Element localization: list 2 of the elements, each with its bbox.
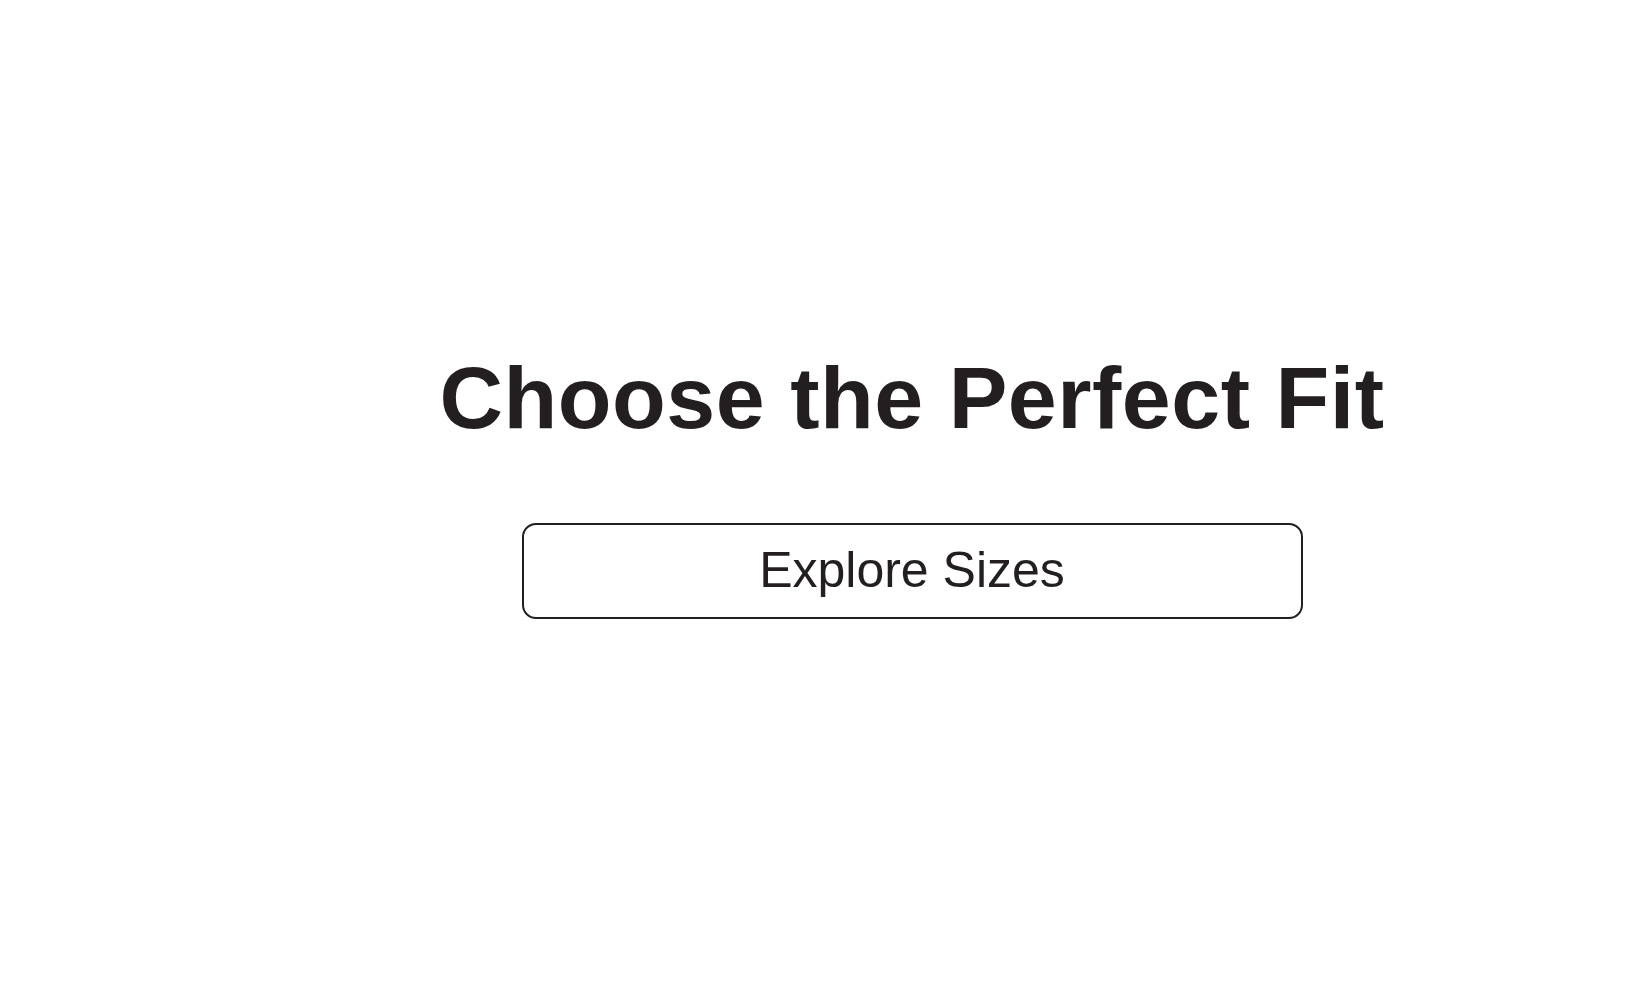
page-heading: Choose the Perfect Fit	[439, 350, 1385, 447]
explore-sizes-button[interactable]: Explore Sizes	[521, 522, 1303, 619]
